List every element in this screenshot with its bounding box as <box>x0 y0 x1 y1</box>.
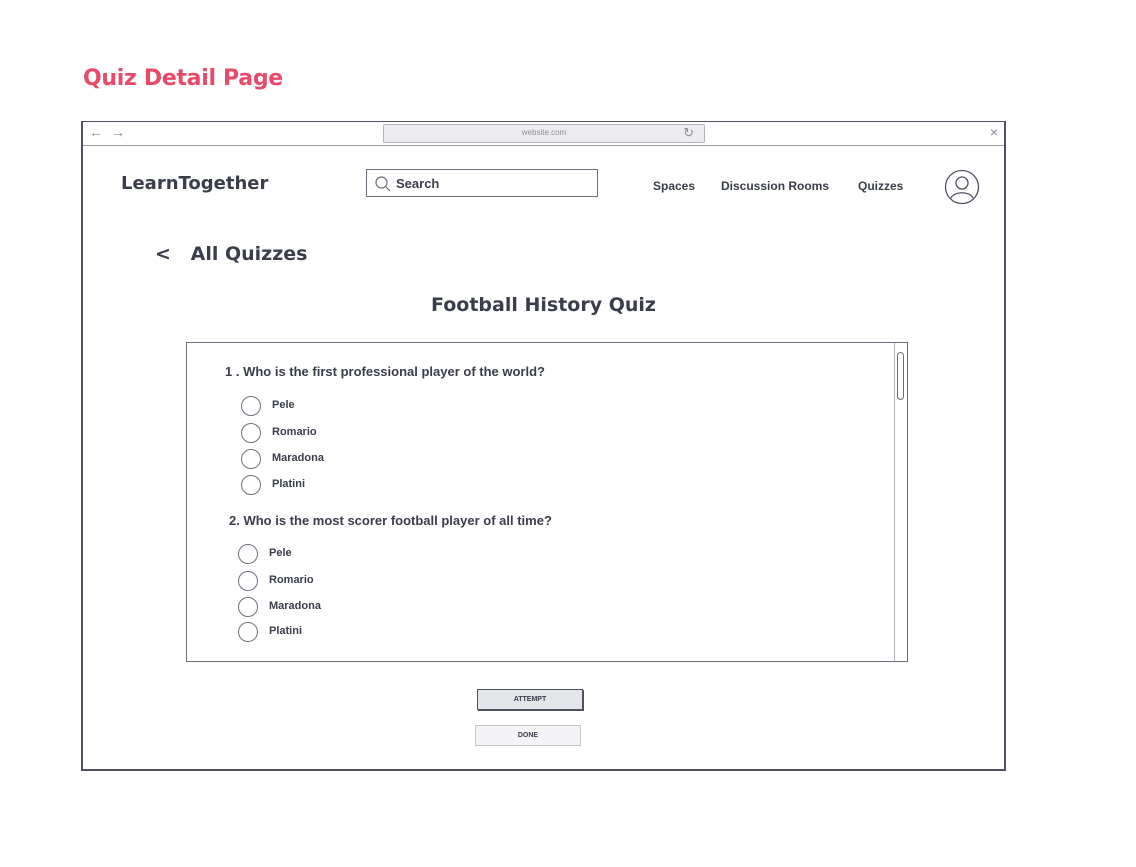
option-label: Pele <box>272 399 295 411</box>
radio-button[interactable] <box>241 396 261 416</box>
radio-button[interactable] <box>241 423 261 443</box>
search-icon <box>375 176 391 192</box>
back-arrow-icon[interactable]: ← <box>89 124 103 140</box>
close-icon[interactable]: × <box>990 124 998 140</box>
option-label: Romario <box>269 574 314 586</box>
radio-button[interactable] <box>238 544 258 564</box>
radio-button[interactable] <box>238 622 258 642</box>
option-label: Maradona <box>272 452 324 464</box>
nav-quizzes[interactable]: Quizzes <box>858 179 903 193</box>
search-input[interactable]: Search <box>366 169 598 197</box>
search-placeholder: Search <box>396 176 440 191</box>
done-button[interactable]: DONE <box>475 725 581 746</box>
radio-button[interactable] <box>238 597 258 617</box>
nav-discussion-rooms[interactable]: Discussion Rooms <box>721 179 829 193</box>
avatar-icon[interactable] <box>944 169 980 205</box>
radio-button[interactable] <box>241 475 261 495</box>
reload-icon[interactable]: ↻ <box>683 125 694 141</box>
scrollbar-thumb[interactable] <box>897 352 904 400</box>
option-label: Romario <box>272 426 317 438</box>
brand-logo[interactable]: LearnTogether <box>121 173 268 194</box>
url-text: website.com <box>521 128 567 137</box>
question-1: 1 . Who is the first professional player… <box>225 364 545 379</box>
attempt-button[interactable]: ATTEMPT <box>477 689 583 710</box>
option-label: Pele <box>269 547 292 559</box>
option-label: Platini <box>269 625 303 637</box>
nav-spaces[interactable]: Spaces <box>653 179 695 193</box>
radio-button[interactable] <box>241 449 261 469</box>
scrollbar[interactable] <box>894 343 907 661</box>
radio-button[interactable] <box>238 571 258 591</box>
quiz-title: Football History Quiz <box>431 294 656 316</box>
browser-window: ← → website.com ↻ × LearnTogether Search… <box>81 121 1006 771</box>
address-bar[interactable]: website.com ↻ <box>383 124 705 143</box>
page-heading: Quiz Detail Page <box>83 66 283 91</box>
back-chevron-icon: < <box>155 243 171 265</box>
quiz-questions-panel[interactable]: 1 . Who is the first professional player… <box>186 342 908 662</box>
option-label: Platini <box>272 478 306 490</box>
question-2: 2. Who is the most scorer football playe… <box>229 513 552 528</box>
forward-arrow-icon[interactable]: → <box>111 124 125 140</box>
option-label: Maradona <box>269 600 321 612</box>
back-to-all-quizzes[interactable]: < All Quizzes <box>155 243 307 265</box>
browser-toolbar: ← → website.com ↻ × <box>83 122 1004 146</box>
back-link-label: All Quizzes <box>190 243 308 265</box>
